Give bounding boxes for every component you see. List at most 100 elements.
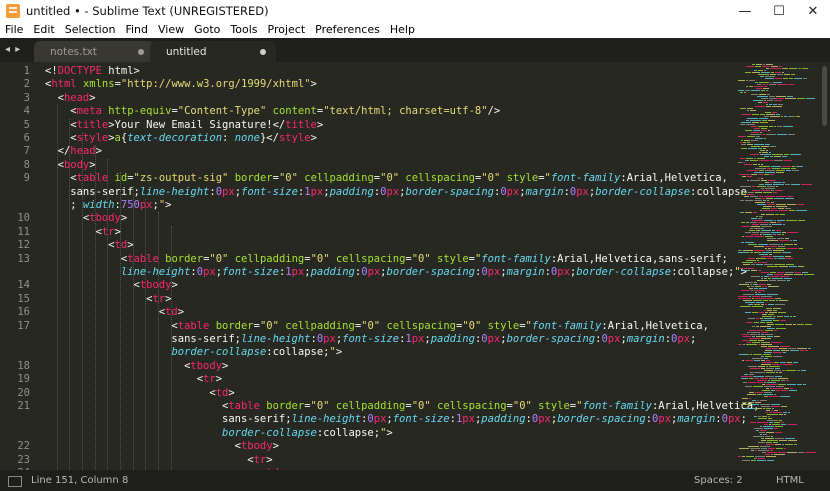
code-line[interactable]: <tr> [45, 226, 121, 238]
code-line[interactable]: <table id="zs-output-sig" border="0" cel… [45, 172, 728, 184]
line-number: 6 [23, 132, 30, 144]
code-line[interactable]: <tbody> [45, 212, 127, 224]
code-line[interactable]: <tbody> [45, 360, 228, 372]
code-line[interactable]: sans-serif;line-height:0px;font-size:1px… [45, 413, 747, 425]
code-token: px [607, 333, 621, 345]
code-line[interactable]: <meta http-equiv="Content-Type" content=… [45, 105, 500, 117]
minimap-stroke [791, 184, 800, 185]
code-line[interactable]: <td> [45, 239, 133, 251]
minimap-stroke [762, 314, 767, 315]
close-button[interactable]: ✕ [796, 0, 830, 22]
menu-file[interactable]: File [0, 22, 28, 38]
minimap-stroke [779, 66, 782, 67]
minimap-stroke [787, 96, 793, 97]
minimap-stroke [779, 372, 782, 373]
minimap-stroke [753, 100, 763, 101]
minimap-stroke [761, 214, 765, 215]
code-line[interactable]: </head> [45, 145, 102, 157]
menu-project[interactable]: Project [263, 22, 311, 38]
code-line[interactable]: border-collapse:collapse;"> [45, 427, 393, 439]
code-token: cellpadding [285, 319, 355, 332]
minimap-stroke [743, 336, 751, 337]
code-line[interactable]: sans-serif;line-height:0px;font-size:1px… [45, 186, 747, 198]
minimap-stroke [784, 274, 793, 275]
unsaved-dot-icon[interactable] [138, 49, 144, 55]
minimap-stroke [745, 236, 753, 237]
minimap-stroke [759, 254, 768, 255]
code-line[interactable]: <tr> [45, 454, 272, 466]
minimap-stroke [774, 258, 777, 259]
menu-view[interactable]: View [153, 22, 189, 38]
minimap-stroke [766, 214, 774, 215]
minimap-stroke [766, 90, 768, 91]
minimap[interactable] [738, 62, 820, 470]
panel-toggle-icon[interactable] [8, 476, 22, 487]
scrollbar-thumb[interactable] [822, 66, 827, 126]
minimize-button[interactable]: — [728, 0, 762, 22]
unsaved-dot-icon[interactable] [260, 49, 266, 55]
tab-untitled[interactable]: untitled [150, 41, 276, 62]
code-token: > [310, 78, 317, 91]
minimap-stroke [742, 176, 746, 177]
code-line[interactable]: <title>Your New Email Signature!</title> [45, 119, 323, 131]
minimap-stroke [765, 236, 773, 237]
tab-notes-txt[interactable]: notes.txt [34, 41, 154, 62]
syntax-selector[interactable]: HTML [776, 475, 804, 486]
menu-tools[interactable]: Tools [225, 22, 262, 38]
code-line[interactable]: <td> [45, 306, 184, 318]
code-line[interactable]: <!DOCTYPE html> [45, 65, 140, 77]
menu-edit[interactable]: Edit [28, 22, 59, 38]
code-token: content [272, 105, 317, 118]
minimap-stroke [766, 68, 769, 69]
menu-goto[interactable]: Goto [189, 22, 225, 38]
code-token: px [487, 333, 501, 345]
minimap-stroke [751, 132, 759, 133]
code-line[interactable]: ; width:750px;"> [45, 199, 171, 211]
minimap-stroke [772, 106, 782, 107]
minimap-stroke [762, 262, 767, 263]
minimap-stroke [775, 190, 783, 191]
tab-nav-arrows-icon[interactable]: ◂ ▸ [5, 44, 21, 55]
code-line[interactable]: <body> [45, 159, 96, 171]
minimap-stroke [767, 100, 773, 101]
code-line[interactable]: <table border="0" cellpadding="0" cellsp… [45, 400, 759, 412]
code-token: border-collapse [222, 426, 317, 439]
code-line[interactable]: sans-serif;line-height:0px;font-size:1px… [45, 333, 696, 345]
minimap-stroke [758, 244, 768, 245]
maximize-button[interactable]: ☐ [762, 0, 796, 22]
menu-find[interactable]: Find [120, 22, 153, 38]
menu-help[interactable]: Help [385, 22, 420, 38]
code-line[interactable]: <tbody> [45, 279, 178, 291]
indentation-setting[interactable]: Spaces: 2 [694, 475, 743, 486]
code-line[interactable]: <table border="0" cellpadding="0" cellsp… [45, 319, 708, 332]
editor-area[interactable]: 123456789101112131415161718192021222324 … [0, 62, 830, 470]
code-line[interactable]: <tr> [45, 293, 171, 305]
code-line[interactable]: <style>a{text-decoration: none}</style> [45, 132, 317, 144]
menu-selection[interactable]: Selection [60, 22, 121, 38]
minimap-stroke [747, 118, 758, 119]
code-line[interactable]: <tr> [45, 373, 222, 385]
code-token: > [114, 225, 121, 238]
code-token: px [411, 333, 425, 345]
minimap-stroke [777, 84, 787, 85]
minimap-stroke [759, 196, 763, 197]
code-token: px [506, 185, 520, 198]
minimap-stroke [763, 354, 771, 355]
code-line[interactable]: line-height:0px;font-size:1px;padding:0p… [45, 266, 747, 278]
code-token: border-spacing [386, 266, 476, 278]
code-line[interactable]: <head> [45, 92, 96, 104]
minimap-stroke [765, 184, 772, 185]
minimap-stroke [742, 340, 748, 341]
code-line[interactable]: <table border="0" cellpadding="0" cellsp… [45, 253, 728, 265]
menu-preferences[interactable]: Preferences [310, 22, 385, 38]
code-line[interactable]: border-collapse:collapse;"> [45, 346, 342, 358]
code-line[interactable]: <tbody> [45, 440, 279, 452]
minimap-stroke [743, 300, 752, 301]
minimap-stroke [756, 408, 762, 409]
code-line[interactable]: <html xmlns="http://www.w3.org/1999/xhtm… [45, 78, 317, 90]
minimap-stroke [741, 140, 743, 141]
minimap-stroke [748, 192, 754, 193]
minimap-stroke [741, 148, 747, 149]
code-view[interactable]: <!DOCTYPE html> <html xmlns="http://www.w… [45, 62, 759, 470]
code-line[interactable]: <td> [45, 387, 234, 399]
